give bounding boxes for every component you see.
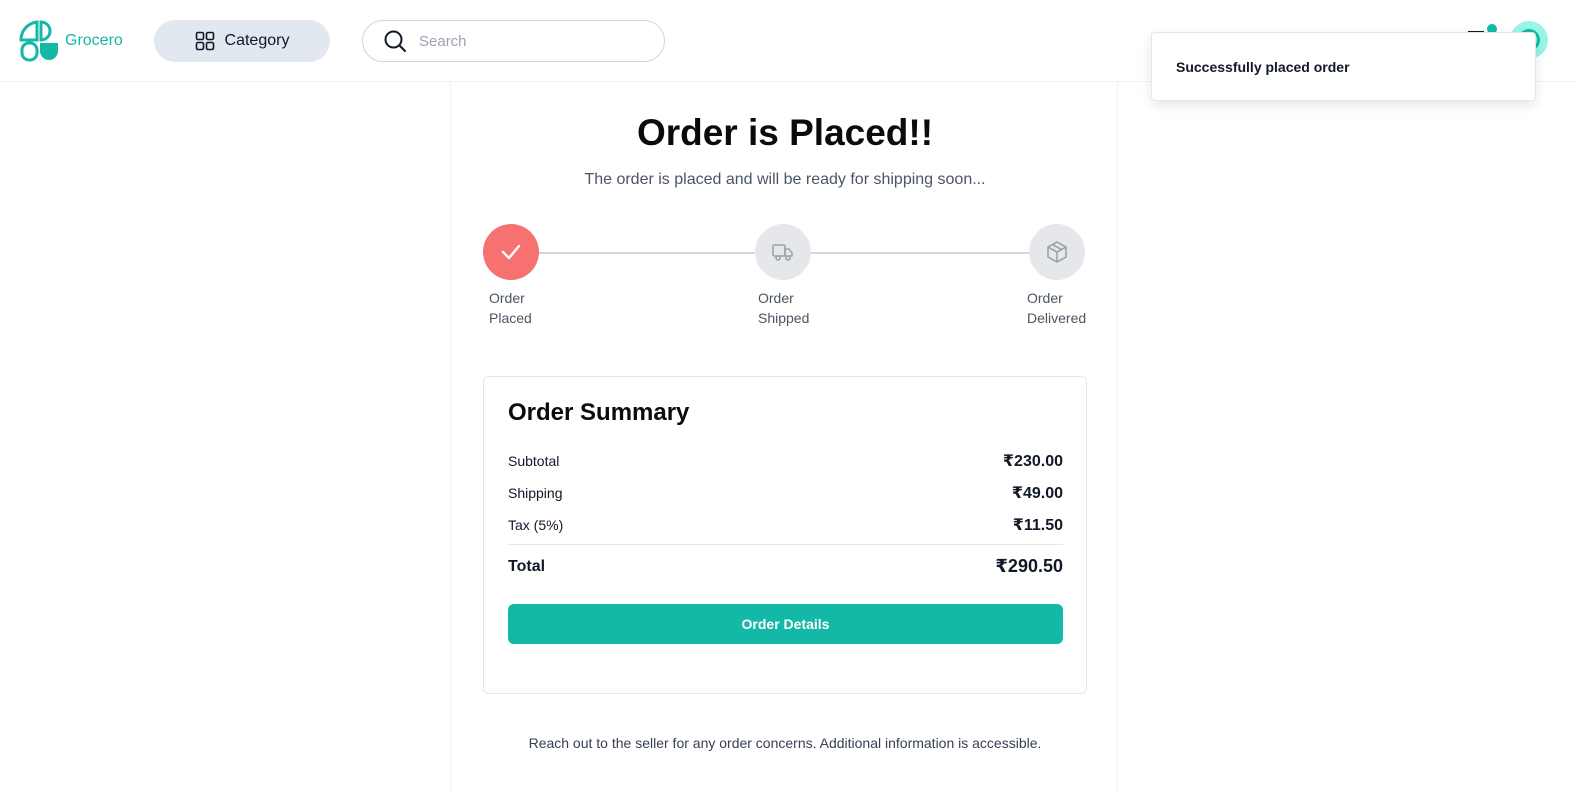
step-delivered-label: Order Delivered [1027,290,1087,326]
step-placed-circle [483,224,539,280]
search-bar[interactable] [362,20,665,62]
total-label: Total [508,557,546,575]
step-shipped-label: Order Shipped [758,290,810,326]
category-label: Category [224,32,290,49]
logo[interactable]: Grocero [19,20,123,62]
success-toast: Successfully placed order [1151,32,1536,101]
logo-icon [19,20,58,62]
step-connector [811,252,1029,254]
summary-row-subtotal: Subtotal ₹230.00 [508,451,1063,471]
row-value: ₹230.00 [1002,453,1063,470]
package-icon [1047,241,1067,263]
order-confirmation-panel: Order is Placed!! The order is placed an… [450,82,1118,792]
order-summary-card: Order Summary Subtotal ₹230.00 Shipping … [483,376,1087,694]
search-input[interactable] [419,32,639,50]
truck-icon [772,244,793,261]
summary-divider [508,544,1063,545]
search-icon [384,30,406,52]
page-subtitle: The order is placed and will be ready fo… [584,171,986,188]
summary-row-tax: Tax (5%) ₹11.50 [508,515,1063,535]
step-connector [539,252,755,254]
summary-title: Order Summary [508,399,690,426]
row-label: Shipping [508,485,563,501]
row-value: ₹49.00 [1011,485,1063,502]
row-value: ₹11.50 [1012,517,1063,534]
row-label: Tax (5%) [508,517,564,533]
step-delivered-circle [1029,224,1085,280]
page-title: Order is Placed!! [636,112,934,153]
category-button[interactable]: Category [154,20,330,62]
order-details-button[interactable]: Order Details [508,604,1063,644]
row-label: Subtotal [508,453,560,469]
summary-row-total: Total ₹290.50 [508,556,1063,577]
logo-text: Grocero [65,32,123,49]
step-shipped-circle [755,224,811,280]
grid-icon [195,31,214,51]
seller-contact-note: Reach out to the seller for any order co… [528,735,1042,751]
step-placed-label: Order Placed [489,290,532,326]
summary-row-shipping: Shipping ₹49.00 [508,483,1063,503]
toast-message: Successfully placed order [1176,58,1350,75]
check-icon [501,244,521,260]
total-value: ₹290.50 [995,556,1063,576]
